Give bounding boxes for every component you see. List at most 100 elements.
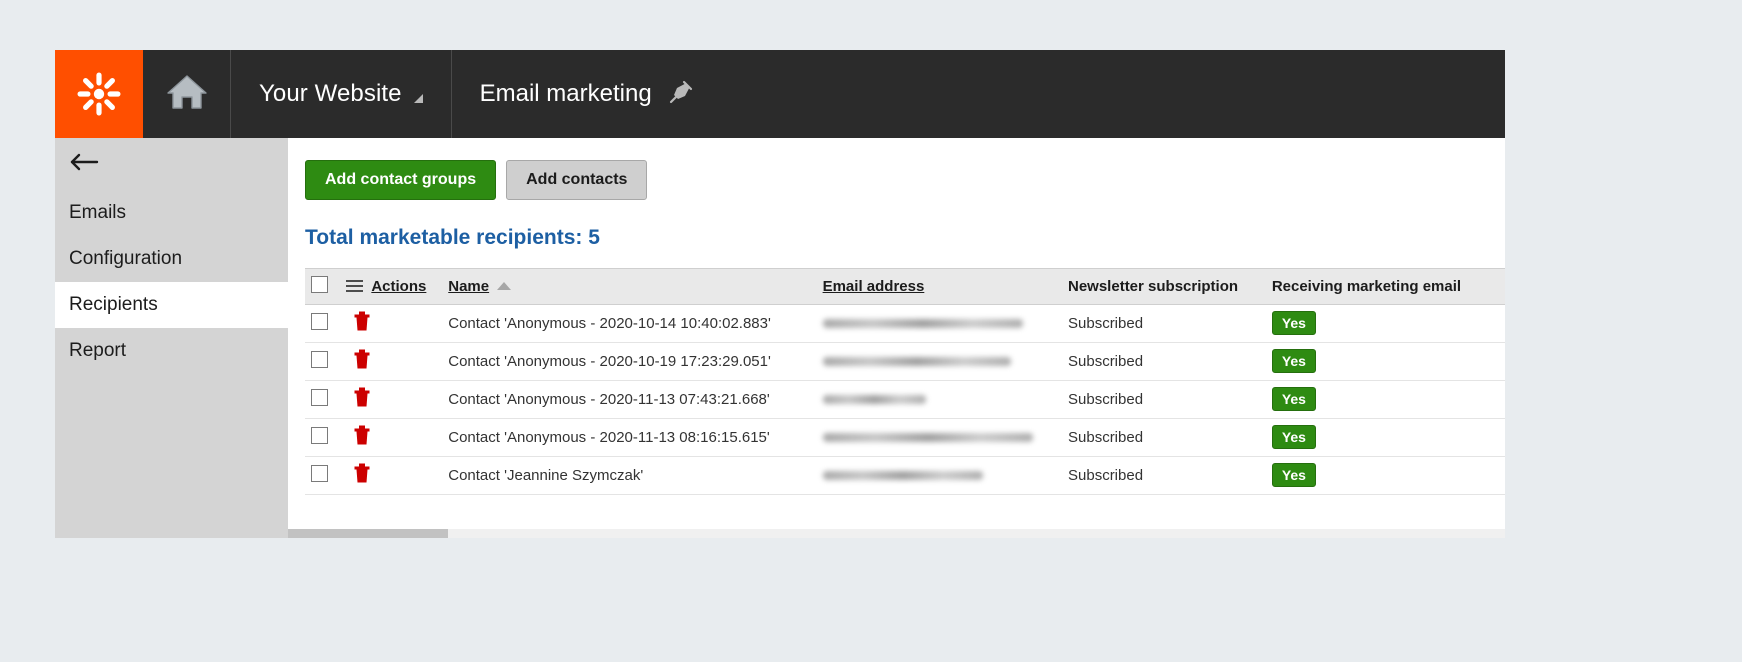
hamburger-menu-icon[interactable]: [346, 280, 364, 293]
add-contact-groups-button[interactable]: Add contact groups: [305, 160, 497, 200]
row-receiving-cell: Yes: [1265, 380, 1505, 419]
newsletter-subscription-value: Subscribed: [1068, 428, 1144, 446]
sidebar-item-configuration[interactable]: Configuration: [55, 236, 288, 282]
row-newsletter-cell: Subscribed: [1062, 456, 1266, 495]
row-checkbox[interactable]: [311, 464, 328, 482]
redacted-email-address: [822, 395, 926, 405]
table-row: Contact 'Anonymous - 2020-11-13 07:43:21…: [305, 380, 1505, 419]
main-body: Emails Configuration Recipients Report A…: [55, 138, 1505, 538]
newsletter-subscription-header-label: Newsletter subscription: [1068, 277, 1239, 295]
actions-header-label[interactable]: Actions: [371, 278, 426, 295]
status-badge: Yes: [1271, 387, 1316, 412]
trash-icon[interactable]: [354, 311, 370, 335]
back-arrow-icon: [69, 152, 99, 177]
redacted-email-address: [822, 433, 1033, 443]
row-name-cell: Contact 'Anonymous - 2020-11-13 07:43:21…: [442, 380, 817, 419]
row-actions-cell: [340, 456, 443, 495]
contact-name: Contact 'Anonymous - 2020-11-13 08:16:15…: [448, 428, 770, 446]
row-name-cell: Contact 'Anonymous - 2020-11-13 08:16:15…: [442, 418, 817, 457]
sidebar-item-report[interactable]: Report: [55, 328, 288, 374]
sidebar-item-label: Report: [69, 340, 127, 361]
name-header[interactable]: Name: [442, 267, 817, 305]
sidebar-item-label: Recipients: [69, 294, 158, 315]
row-newsletter-cell: Subscribed: [1062, 380, 1266, 419]
newsletter-subscription-value: Subscribed: [1068, 352, 1144, 370]
site-name-label: Your Website: [259, 80, 402, 107]
kentico-admin-window: Your Website Email marketing Emails Conf…: [55, 50, 1505, 538]
row-receiving-cell: Yes: [1265, 342, 1505, 381]
receiving-marketing-email-header: Receiving marketing email: [1265, 267, 1505, 305]
row-select-cell: [305, 418, 341, 457]
status-badge: Yes: [1271, 349, 1316, 374]
page-title: Email marketing: [479, 80, 652, 107]
row-checkbox[interactable]: [311, 312, 328, 330]
row-receiving-cell: Yes: [1265, 304, 1505, 343]
contact-name: Contact 'Anonymous - 2020-11-13 07:43:21…: [448, 390, 770, 408]
table-row: Contact 'Anonymous - 2020-11-13 08:16:15…: [305, 418, 1505, 457]
home-icon: [166, 73, 208, 116]
newsletter-subscription-value: Subscribed: [1068, 466, 1144, 484]
add-contacts-button[interactable]: Add contacts: [506, 160, 648, 200]
trash-icon[interactable]: [354, 463, 370, 487]
redacted-email-address: [822, 357, 1011, 367]
newsletter-subscription-value: Subscribed: [1068, 390, 1144, 408]
scrollbar-thumb[interactable]: [288, 529, 448, 538]
row-receiving-cell: Yes: [1265, 418, 1505, 457]
actions-header: Actions: [340, 267, 443, 305]
newsletter-subscription-header: Newsletter subscription: [1062, 267, 1266, 305]
sidebar-back-button[interactable]: [55, 138, 288, 190]
row-name-cell: Contact 'Jeannine Szymczak': [442, 456, 817, 495]
newsletter-subscription-value: Subscribed: [1068, 314, 1144, 332]
table-row: Contact 'Jeannine Szymczak' Subscribed Yes: [305, 456, 1505, 495]
row-checkbox[interactable]: [311, 350, 328, 368]
horizontal-scrollbar[interactable]: [288, 529, 1505, 538]
row-email-cell: [816, 456, 1062, 495]
row-checkbox[interactable]: [311, 426, 328, 444]
row-email-cell: [816, 418, 1062, 457]
row-checkbox[interactable]: [311, 388, 328, 406]
pin-icon[interactable]: [668, 79, 694, 110]
sidebar-item-label: Configuration: [69, 248, 183, 269]
row-receiving-cell: Yes: [1265, 456, 1505, 495]
row-actions-cell: [340, 418, 443, 457]
contact-name: Contact 'Anonymous - 2020-10-19 17:23:29…: [448, 352, 771, 370]
kentico-flower-logo[interactable]: [55, 50, 143, 138]
status-badge: Yes: [1271, 463, 1316, 488]
action-toolbar: Add contact groups Add contacts: [305, 160, 1505, 200]
status-badge: Yes: [1271, 311, 1316, 336]
select-all-checkbox[interactable]: [311, 275, 328, 293]
trash-icon[interactable]: [354, 387, 370, 411]
redacted-email-address: [822, 471, 983, 481]
row-newsletter-cell: Subscribed: [1062, 342, 1266, 381]
redacted-email-address: [822, 319, 1023, 329]
status-badge: Yes: [1271, 425, 1316, 450]
row-select-cell: [305, 342, 341, 381]
contact-name: Contact 'Anonymous - 2020-10-14 10:40:02…: [448, 314, 771, 332]
email-address-header-label[interactable]: Email address: [823, 278, 925, 295]
row-newsletter-cell: Subscribed: [1062, 304, 1266, 343]
row-select-cell: [305, 456, 341, 495]
total-recipients-heading: Total marketable recipients: 5: [305, 225, 600, 249]
contact-name: Contact 'Jeannine Szymczak': [448, 466, 644, 484]
table-row: Contact 'Anonymous - 2020-10-14 10:40:02…: [305, 304, 1505, 343]
row-actions-cell: [340, 304, 443, 343]
trash-icon[interactable]: [354, 425, 370, 449]
receiving-marketing-email-header-label: Receiving marketing email: [1271, 277, 1462, 295]
row-email-cell: [816, 380, 1062, 419]
table-row: Contact 'Anonymous - 2020-10-19 17:23:29…: [305, 342, 1505, 381]
sidebar-item-emails[interactable]: Emails: [55, 190, 288, 236]
name-header-label[interactable]: Name: [448, 278, 489, 295]
row-select-cell: [305, 380, 341, 419]
row-actions-cell: [340, 342, 443, 381]
app-title-area: Email marketing: [452, 50, 1505, 138]
site-selector[interactable]: Your Website: [231, 50, 452, 138]
top-header-bar: Your Website Email marketing: [55, 50, 1505, 138]
sidebar-item-recipients[interactable]: Recipients: [55, 282, 288, 328]
email-address-header[interactable]: Email address: [816, 267, 1062, 305]
sidebar-navigation: Emails Configuration Recipients Report: [55, 138, 288, 538]
content-panel: Add contact groups Add contacts Total ma…: [288, 138, 1505, 538]
trash-icon[interactable]: [354, 349, 370, 373]
home-button[interactable]: [143, 50, 231, 138]
select-all-header: [305, 267, 341, 305]
row-name-cell: Contact 'Anonymous - 2020-10-14 10:40:02…: [442, 304, 817, 343]
